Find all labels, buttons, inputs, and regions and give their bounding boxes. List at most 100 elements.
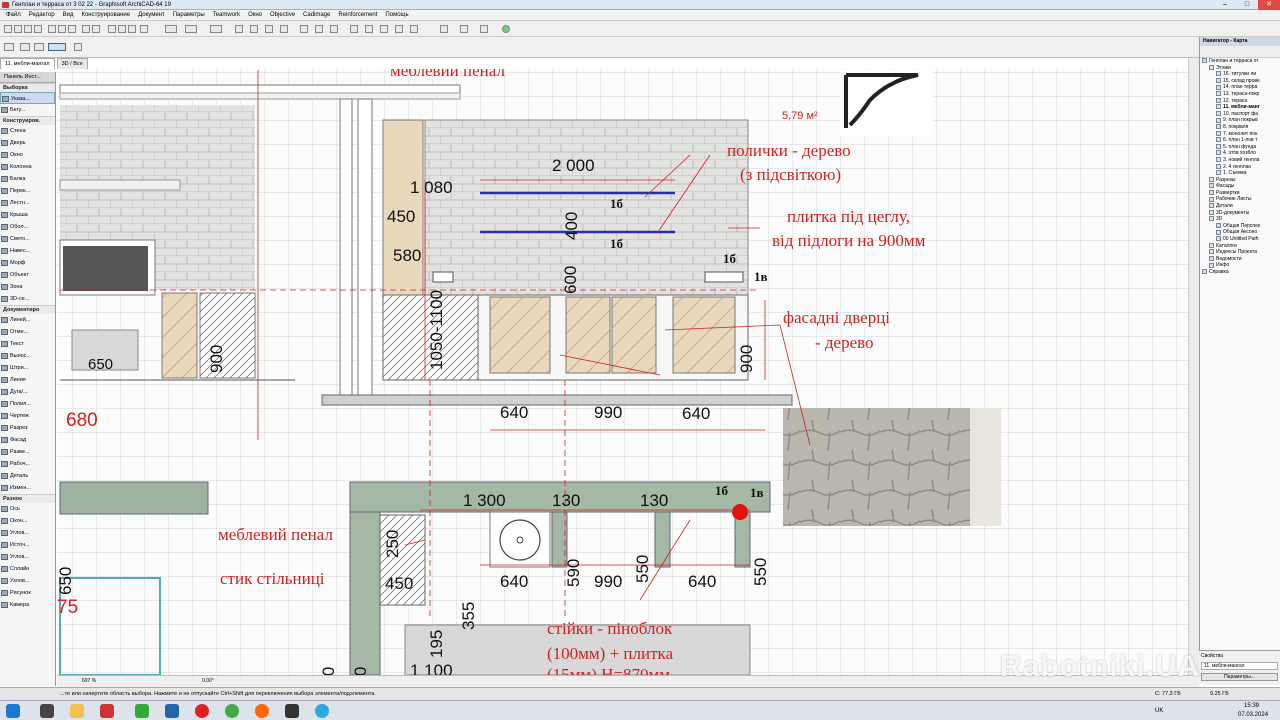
navigator-item[interactable]: 3D-документы: [1200, 210, 1280, 217]
properties-settings-button[interactable]: Параметры...: [1201, 673, 1278, 681]
trace-icon[interactable]: [250, 25, 258, 33]
toolbox-item[interactable]: Рисунок: [0, 587, 55, 599]
telegram-icon[interactable]: [315, 704, 329, 718]
toolbox-item[interactable]: Окно: [0, 149, 55, 161]
close-button[interactable]: ✕: [1258, 0, 1280, 10]
navigator-item[interactable]: 12. тераса: [1200, 98, 1280, 105]
select-arrow-icon[interactable]: [4, 43, 14, 51]
copy-icon[interactable]: [58, 25, 66, 33]
menu-objective[interactable]: Objective: [266, 12, 299, 18]
navigator-item[interactable]: 7. монолит пок: [1200, 131, 1280, 138]
navigator-item[interactable]: 13. тераса-покр: [1200, 91, 1280, 98]
redo-icon[interactable]: [92, 25, 100, 33]
angle-value[interactable]: 0.00°: [202, 678, 214, 684]
menu-file[interactable]: Файл: [2, 12, 25, 18]
toolbox-item[interactable]: Полил...: [0, 398, 55, 410]
syringe-icon[interactable]: [128, 25, 136, 33]
app-taskbar-icon-3[interactable]: [285, 704, 299, 718]
toolbox-item[interactable]: Окон...: [0, 515, 55, 527]
toolbox-item[interactable]: Разве...: [0, 446, 55, 458]
language-indicator[interactable]: UK: [1155, 706, 1163, 716]
toolbox-item[interactable]: Свето...: [0, 233, 55, 245]
menu-help[interactable]: Помощь: [381, 12, 412, 18]
elevation-icon[interactable]: [330, 25, 338, 33]
toolbox-item[interactable]: Крыша: [0, 209, 55, 221]
toolbox-section-document[interactable]: Документиро: [0, 305, 55, 314]
toolbox-item[interactable]: Рабоч...: [0, 458, 55, 470]
navigator-item[interactable]: Справка: [1200, 269, 1280, 276]
toolbox-item[interactable]: Перек...: [0, 185, 55, 197]
toolbox-item[interactable]: Фасад: [0, 434, 55, 446]
cut-icon[interactable]: [48, 25, 56, 33]
layer-icon[interactable]: [265, 25, 273, 33]
navigator-item[interactable]: 15. склад прове: [1200, 78, 1280, 85]
firefox-icon[interactable]: [255, 704, 269, 718]
save-icon[interactable]: [24, 25, 32, 33]
toolbox-item[interactable]: Объект: [0, 269, 55, 281]
toolbox-item[interactable]: Чертеж: [0, 410, 55, 422]
navigator-item[interactable]: Детали: [1200, 203, 1280, 210]
navigator-item[interactable]: 9. план покрыв: [1200, 117, 1280, 124]
toolbox-section-select[interactable]: Выборка: [0, 83, 55, 92]
tab-3d[interactable]: 3D / Все: [56, 58, 88, 69]
toolbox-section-more[interactable]: Разное: [0, 494, 55, 503]
green-circle-icon[interactable]: [502, 25, 510, 33]
print-icon[interactable]: [34, 25, 42, 33]
navigator-item[interactable]: 3D: [1200, 216, 1280, 223]
toolbox-item[interactable]: Отме...: [0, 326, 55, 338]
file-explorer-icon[interactable]: [70, 704, 84, 718]
navigator-item[interactable]: 5. план фунда: [1200, 144, 1280, 151]
toolbox-item[interactable]: Балка: [0, 173, 55, 185]
toolbox-item[interactable]: Углов...: [0, 527, 55, 539]
menu-edit[interactable]: Редактор: [25, 12, 59, 18]
teamwork-icon[interactable]: [410, 25, 418, 33]
clock-date[interactable]: 07.03.2024: [1238, 710, 1268, 720]
new-file-icon[interactable]: [4, 25, 12, 33]
toolbox-item[interactable]: Деталь: [0, 470, 55, 482]
3d-view-icon[interactable]: [300, 25, 308, 33]
toolbox-item[interactable]: Текст: [0, 338, 55, 350]
toolbox-section-design[interactable]: Конструиров.: [0, 116, 55, 125]
paste-icon[interactable]: [68, 25, 76, 33]
toolbox-item[interactable]: Измен...: [0, 482, 55, 494]
camera-icon[interactable]: [460, 25, 468, 33]
navigator-item[interactable]: 1. Съемка: [1200, 170, 1280, 177]
toolbox-item[interactable]: Морф: [0, 257, 55, 269]
toolbox-item[interactable]: Узлов...: [0, 575, 55, 587]
settings-icon[interactable]: [480, 25, 488, 33]
navigator-item[interactable]: Ведомости: [1200, 256, 1280, 263]
toolbox-item[interactable]: Дверь: [0, 137, 55, 149]
navigator-item[interactable]: 3. новий генпла: [1200, 157, 1280, 164]
start-icon[interactable]: [6, 704, 20, 718]
toolbox-item[interactable]: Колонна: [0, 161, 55, 173]
menu-cadimage[interactable]: Cadimage: [299, 12, 334, 18]
toolbox-item[interactable]: Сплайн: [0, 563, 55, 575]
menu-options[interactable]: Параметры: [169, 12, 209, 18]
tab-floor-plan[interactable]: 11. мебли-мангал: [0, 58, 55, 69]
toolbox-item[interactable]: Ось: [0, 503, 55, 515]
navigator-item[interactable]: Рабочие Листы: [1200, 196, 1280, 203]
app-taskbar-icon-2[interactable]: [165, 704, 179, 718]
chrome-icon[interactable]: [225, 704, 239, 718]
opera-icon[interactable]: [195, 704, 209, 718]
toolbox-item[interactable]: Источ...: [0, 539, 55, 551]
layout-icon[interactable]: [440, 25, 448, 33]
navigator-item[interactable]: Общая Аксоно: [1200, 229, 1280, 236]
navigator-item[interactable]: 11. мебли-манг: [1200, 104, 1280, 111]
toolbox-item[interactable]: Бегу...: [0, 104, 55, 116]
navigator-item[interactable]: Этажи: [1200, 65, 1280, 72]
task-view-icon[interactable]: [40, 704, 54, 718]
toolbox-item[interactable]: Камера: [0, 599, 55, 611]
drawing-canvas[interactable]: меблевий пенал 5,79 м² полички - дерево (з …: [57, 69, 1188, 675]
navigator-item[interactable]: Развертки: [1200, 190, 1280, 197]
zoom-value[interactable]: 697 %: [82, 678, 96, 684]
toolbox-item[interactable]: Штри...: [0, 362, 55, 374]
navigator-item[interactable]: Каталоги: [1200, 243, 1280, 250]
menu-document[interactable]: Документ: [134, 12, 169, 18]
undo-icon[interactable]: [82, 25, 90, 33]
menu-design[interactable]: Конструирование: [77, 12, 134, 18]
render-icon[interactable]: [395, 25, 403, 33]
section-icon[interactable]: [315, 25, 323, 33]
toolbox-item[interactable]: Навес...: [0, 245, 55, 257]
navigator-item[interactable]: Индексы Проекта: [1200, 249, 1280, 256]
